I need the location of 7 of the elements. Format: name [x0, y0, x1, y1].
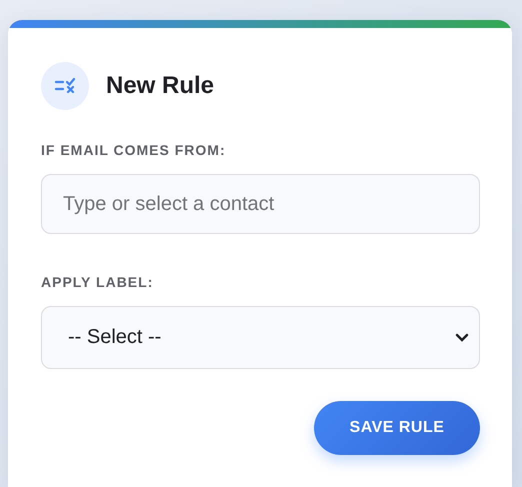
label-select[interactable]: -- Select -- — [41, 306, 480, 369]
contact-input[interactable]: Type or select a contact — [41, 174, 480, 234]
field-label: APPLY LABEL: — [41, 274, 154, 290]
save-button[interactable]: SAVE RULE — [314, 401, 480, 455]
field-label: IF EMAIL COMES FROM: — [41, 142, 227, 158]
card-title: New Rule — [106, 72, 214, 100]
chevron-icon — [455, 333, 469, 342]
